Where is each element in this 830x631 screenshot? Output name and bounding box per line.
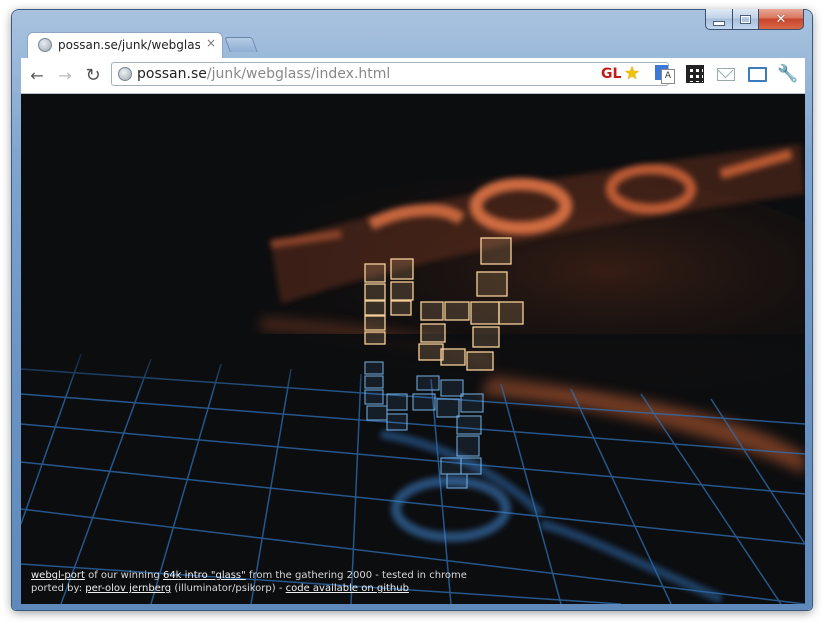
window-controls: ✕ (705, 9, 804, 30)
webgl-port-link[interactable]: webgl-port (31, 570, 85, 581)
globe-icon (38, 38, 52, 52)
webgl-canvas[interactable]: webgl-port of our winning 64k intro "gla… (21, 94, 805, 604)
back-button[interactable]: ← (27, 65, 47, 85)
github-link[interactable]: code available on github (286, 583, 409, 594)
maximize-icon (740, 14, 751, 24)
credits-text-span: from the gathering 2000 - tested in chro… (245, 570, 467, 581)
translate-extension-icon[interactable]: A (654, 64, 675, 84)
minimize-icon (713, 20, 725, 26)
credits-text-span: (illuminator/psikorp) - (171, 583, 286, 594)
url-path: /junk/webglass/index.html (206, 66, 391, 82)
browser-tab[interactable]: possan.se/junk/webglass/ir × (27, 32, 223, 58)
intro-glass-link[interactable]: 64k intro "glass" (163, 570, 246, 581)
author-link[interactable]: per-olov jernberg (85, 583, 171, 594)
browser-toolbar: ← → ↻ possan.se/junk/webglass/index.html… (21, 58, 805, 94)
mail-icon[interactable] (716, 64, 736, 84)
url-text[interactable]: possan.se/junk/webglass/index.html (137, 66, 390, 82)
credits-text-span: ported by: (31, 583, 86, 594)
credits-text: webgl-port of our winning 64k intro "gla… (31, 569, 467, 595)
reload-button[interactable]: ↻ (83, 64, 103, 86)
maximize-button[interactable] (733, 9, 759, 30)
new-tab-button[interactable] (224, 37, 258, 52)
forward-button[interactable]: → (55, 65, 75, 85)
reload-icon: ↻ (85, 64, 101, 86)
wrench-menu-icon[interactable]: 🔧 (777, 64, 798, 84)
tab-close-button[interactable]: × (206, 36, 216, 50)
tab-title: possan.se/junk/webglass/ir (58, 38, 200, 52)
address-bar[interactable]: possan.se/junk/webglass/index.html GL ★ (111, 62, 669, 86)
qr-code-icon[interactable] (685, 64, 705, 84)
forward-arrow-icon: → (58, 65, 72, 85)
close-icon: ✕ (775, 11, 787, 27)
credits-line-2: ported by: per-olov jernberg (illuminato… (31, 582, 467, 595)
credits-text-span: of our winning (84, 570, 163, 581)
close-window-button[interactable]: ✕ (759, 9, 804, 30)
back-arrow-icon: ← (30, 65, 44, 85)
bookmark-star-icon[interactable]: ★ (624, 63, 640, 84)
glass-demo-scene (21, 94, 805, 604)
webgl-badge-icon[interactable]: GL (601, 66, 621, 82)
minimize-button[interactable] (705, 9, 733, 30)
credits-line-1: webgl-port of our winning 64k intro "gla… (31, 569, 467, 582)
globe-icon (118, 67, 132, 81)
url-host: possan.se (137, 66, 207, 82)
fullscreen-icon[interactable] (747, 64, 767, 84)
